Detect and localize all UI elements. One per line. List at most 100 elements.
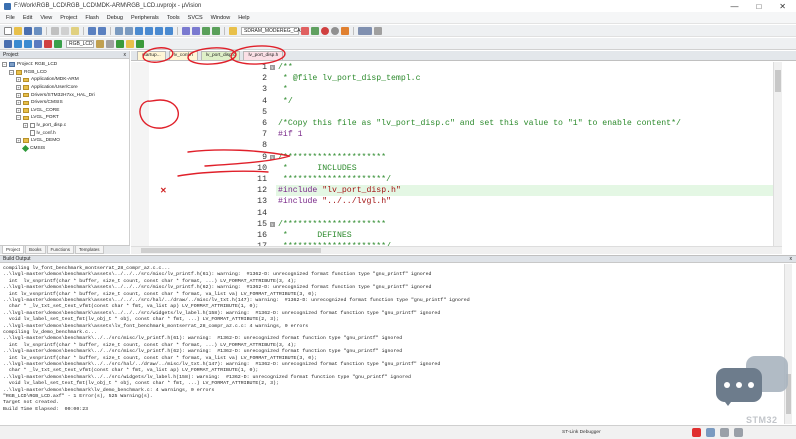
cut-icon[interactable] xyxy=(51,26,59,35)
ime-lang-icon[interactable] xyxy=(706,428,715,437)
sogou-input-icon[interactable] xyxy=(692,428,701,437)
indent-icon[interactable] xyxy=(182,26,190,35)
tree-item[interactable]: + lv_port_disp.c xyxy=(2,122,129,130)
tree-item[interactable]: + Drivers/STM32H7xx_HAL_Dri xyxy=(2,91,129,99)
fold-toggle-icon[interactable]: ⊟ xyxy=(270,154,275,160)
tree-item[interactable]: + Application/MDK-ARM xyxy=(2,76,129,84)
keyboard-icon[interactable] xyxy=(734,428,743,437)
translate-icon[interactable] xyxy=(4,39,12,48)
find-in-files-icon[interactable] xyxy=(229,26,237,35)
code-line[interactable]: #include "../../lvgl.h" xyxy=(276,196,782,207)
tab-lv-conf-h[interactable]: lv_conf.h xyxy=(168,51,198,60)
tab-templates[interactable]: Templates xyxy=(75,246,104,254)
minimize-icon[interactable]: — xyxy=(730,2,738,11)
tree-item[interactable]: lv_conf.h xyxy=(2,129,129,137)
find-combo[interactable]: SDRAM_MODEREG_CAS xyxy=(241,26,304,35)
project-panel-close-icon[interactable]: x xyxy=(124,51,127,58)
save-all-icon[interactable] xyxy=(34,26,42,35)
tree-item[interactable]: + Application/User/Core xyxy=(2,84,129,92)
tab-lv-port-disp-h[interactable]: lv_port_disp.h xyxy=(243,51,284,60)
tab-startup[interactable]: startup... xyxy=(137,51,166,60)
code-line[interactable]: * @file lv_port_disp_templ.c xyxy=(276,73,782,84)
code-line[interactable]: #include "lv_port_disp.h" xyxy=(276,185,782,197)
incremental-find-icon[interactable] xyxy=(311,26,319,35)
close-icon[interactable]: ✕ xyxy=(779,2,786,11)
window-layout-icon[interactable] xyxy=(358,26,372,35)
expander-icon[interactable]: − xyxy=(16,115,21,121)
expander-icon[interactable]: + xyxy=(23,123,28,129)
uncomment-icon[interactable] xyxy=(212,26,220,35)
code-area[interactable]: /** * @file lv_port_disp_templ.c * */ /*C… xyxy=(276,62,782,246)
paste-icon[interactable] xyxy=(71,26,79,35)
menu-view[interactable]: View xyxy=(40,15,52,21)
expander-icon[interactable]: − xyxy=(2,62,7,68)
debug-start-icon[interactable] xyxy=(321,26,329,35)
tree-item[interactable]: − LVGL_PORT xyxy=(2,114,129,122)
expander-icon[interactable]: + xyxy=(16,107,21,113)
menu-help[interactable]: Help xyxy=(238,15,249,21)
code-line[interactable]: /********************* xyxy=(276,219,782,230)
nav-back-icon[interactable] xyxy=(115,26,123,35)
expander-icon[interactable]: + xyxy=(16,92,21,98)
next-bookmark-icon[interactable] xyxy=(155,26,163,35)
editor-horizontal-scrollbar[interactable] xyxy=(131,246,782,254)
pack-installer-icon[interactable] xyxy=(126,39,134,48)
rebuild-icon[interactable] xyxy=(24,39,32,48)
build-output-close-icon[interactable]: x xyxy=(790,256,793,262)
menu-tools[interactable]: Tools xyxy=(167,15,180,21)
build-icon[interactable] xyxy=(14,39,22,48)
code-line[interactable]: /*Copy this file as "lv_port_disp.c" and… xyxy=(276,118,782,129)
redo-icon[interactable] xyxy=(98,26,106,35)
clear-bookmarks-icon[interactable] xyxy=(165,26,173,35)
expander-icon[interactable]: + xyxy=(16,138,21,144)
search-icon[interactable] xyxy=(301,26,309,35)
menu-window[interactable]: Window xyxy=(211,15,231,21)
prev-bookmark-icon[interactable] xyxy=(145,26,153,35)
undo-icon[interactable] xyxy=(88,26,96,35)
code-line[interactable]: */ xyxy=(276,96,782,107)
code-line[interactable] xyxy=(276,208,782,219)
maximize-icon[interactable]: □ xyxy=(756,2,761,11)
run-time-env-icon[interactable] xyxy=(136,39,144,48)
code-line[interactable]: /** xyxy=(276,62,782,73)
code-editor[interactable]: 1234567891011121314151617181920 ✕ /** * … xyxy=(131,62,782,246)
menu-peripherals[interactable]: Peripherals xyxy=(131,15,159,21)
disable-breakpoint-icon[interactable] xyxy=(341,26,349,35)
unindent-icon[interactable] xyxy=(192,26,200,35)
manage-components-icon[interactable] xyxy=(116,39,124,48)
target-select[interactable]: RGB_LCD xyxy=(66,39,94,48)
tree-item[interactable]: − Project: RGB_LCD xyxy=(2,61,129,69)
breakpoint-icon[interactable] xyxy=(331,26,339,35)
code-line[interactable]: *********************/ xyxy=(276,174,782,185)
expander-icon[interactable]: + xyxy=(16,100,21,106)
bookmark-icon[interactable] xyxy=(135,26,143,35)
mic-icon[interactable] xyxy=(720,428,729,437)
nav-forward-icon[interactable] xyxy=(125,26,133,35)
tab-books[interactable]: Books xyxy=(25,246,46,254)
tab-functions[interactable]: Functions xyxy=(46,246,75,254)
tab-project[interactable]: Project xyxy=(2,246,25,254)
menu-flash[interactable]: Flash xyxy=(85,15,98,21)
stop-build-icon[interactable] xyxy=(44,39,52,48)
download-icon[interactable] xyxy=(54,39,62,48)
code-line[interactable] xyxy=(276,140,782,151)
copy-icon[interactable] xyxy=(61,26,69,35)
save-icon[interactable] xyxy=(24,26,32,35)
code-line[interactable]: #if 1 xyxy=(276,129,782,140)
menu-project[interactable]: Project xyxy=(60,15,77,21)
comment-icon[interactable] xyxy=(202,26,210,35)
menu-edit[interactable]: Edit xyxy=(23,15,32,21)
menu-debug[interactable]: Debug xyxy=(107,15,123,21)
fold-toggle-icon[interactable]: ⊟ xyxy=(270,221,275,227)
tree-item[interactable]: − RGB_LCD xyxy=(2,69,129,77)
options-for-target-icon[interactable] xyxy=(96,39,104,48)
tree-item[interactable]: + LVGL_CORE xyxy=(2,107,129,115)
file-extensions-icon[interactable] xyxy=(106,39,114,48)
expander-icon[interactable]: − xyxy=(9,69,14,75)
tree-item[interactable]: + Drivers/CMSIS xyxy=(2,99,129,107)
editor-vertical-scrollbar[interactable] xyxy=(773,62,782,246)
expander-icon[interactable]: + xyxy=(16,85,21,91)
code-line[interactable]: /********************* xyxy=(276,152,782,163)
code-line[interactable] xyxy=(276,107,782,118)
expander-icon[interactable]: + xyxy=(16,77,21,83)
